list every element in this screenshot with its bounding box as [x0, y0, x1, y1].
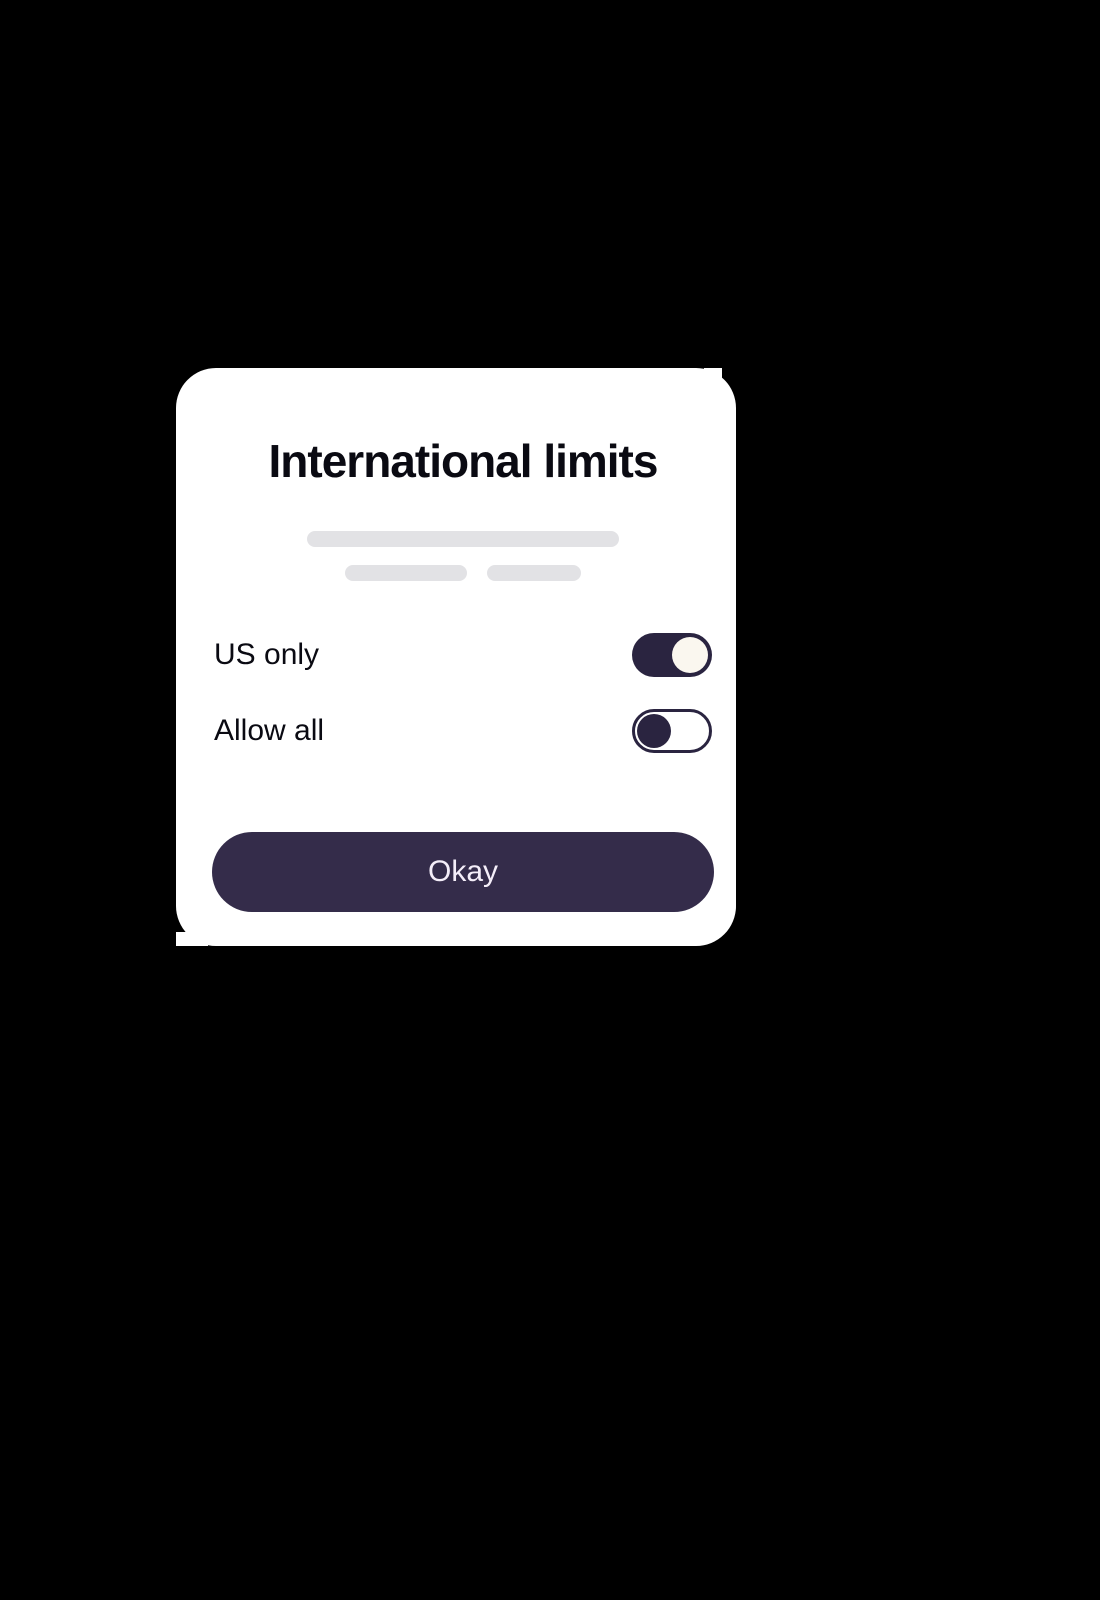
placeholder-line: [307, 531, 619, 547]
card-stack-shadow: [704, 368, 722, 382]
allow-all-toggle[interactable]: [632, 709, 712, 753]
placeholder-line: [345, 565, 467, 581]
options-list: US only Allow all: [212, 633, 714, 753]
page-background: International limits US only Allow all: [0, 0, 933, 1311]
okay-button-label: Okay: [428, 855, 498, 889]
option-label: Allow all: [214, 714, 324, 748]
toggle-knob: [637, 714, 671, 748]
option-allow-all: Allow all: [212, 709, 714, 753]
option-us-only: US only: [212, 633, 714, 677]
description-placeholder: [212, 531, 714, 581]
placeholder-line: [487, 565, 581, 581]
placeholder-line: [345, 565, 581, 581]
okay-button[interactable]: Okay: [212, 832, 714, 912]
option-label: US only: [214, 638, 319, 672]
dialog-title: International limits: [212, 436, 714, 487]
international-limits-dialog: International limits US only Allow all: [190, 380, 736, 944]
toggle-knob: [672, 637, 708, 673]
us-only-toggle[interactable]: [632, 633, 712, 677]
